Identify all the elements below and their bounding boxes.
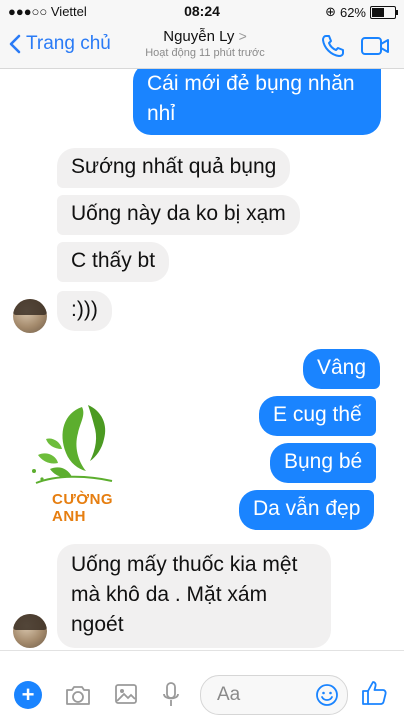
contact-avatar[interactable] — [13, 614, 47, 648]
message-input-placeholder: Aa — [217, 684, 241, 705]
message-bubble-outgoing[interactable]: Da vẫn đẹp — [239, 490, 375, 530]
contact-avatar[interactable] — [13, 299, 47, 333]
message-text: Uống mấy thuốc kia mệt — [71, 553, 298, 576]
image-icon[interactable] — [114, 682, 138, 706]
battery-indicator: ⊕ 62% — [325, 4, 398, 20]
battery-percent: 62% — [339, 4, 366, 20]
message-text: ngoét — [71, 613, 124, 636]
message-text: Uống này da ko bị xạm — [71, 202, 286, 225]
alarm-icon: ⊕ — [325, 4, 336, 19]
message-text: Da vẫn đẹp — [253, 497, 361, 520]
message-text: C thấy bt — [71, 249, 156, 272]
message-text: Bụng bé — [284, 450, 363, 473]
battery-icon — [370, 5, 398, 19]
like-thumb-icon[interactable] — [360, 679, 388, 707]
message-bubble-outgoing[interactable]: Bụng bé — [270, 443, 377, 483]
watermark-logo: CƯỜNG ANH — [16, 399, 148, 525]
back-label: Trang chủ — [26, 33, 111, 54]
activity-status: Hoạt động 11 phút trước — [145, 47, 265, 59]
message-text: Cái mới đẻ bụng nhăn — [147, 72, 355, 95]
message-text: Sướng nhất quả bụng — [71, 155, 277, 178]
message-bubble-outgoing[interactable]: Cái mới đẻ bụng nhăn nhỉ — [133, 69, 381, 135]
status-bar: ●●●○○ Viettel 08:24 ⊕ 62% — [0, 0, 404, 24]
plus-icon[interactable]: + — [14, 681, 42, 709]
chevron-left-icon — [9, 34, 21, 54]
message-bubble-incoming[interactable]: :))) — [57, 291, 112, 331]
message-bubble-incoming[interactable]: Uống này da ko bị xạm — [57, 195, 300, 235]
message-bubble-incoming[interactable]: Uống mấy thuốc kia mệt mà khô da . Mặt x… — [57, 544, 331, 648]
camera-icon[interactable] — [64, 683, 92, 707]
message-text: nhỉ — [147, 102, 176, 125]
message-bubble-outgoing[interactable]: Vâng — [303, 349, 381, 389]
message-list[interactable]: Cái mới đẻ bụng nhăn nhỉ Sướng nhất quả … — [0, 69, 404, 650]
message-text: mà khô da . Mặt xám — [71, 583, 268, 606]
contact-title[interactable]: Nguyễn Ly > Hoạt động 11 phút trước — [120, 28, 290, 59]
microphone-icon[interactable] — [162, 681, 180, 709]
video-call-icon[interactable] — [360, 35, 390, 57]
message-text: Vâng — [317, 356, 367, 379]
watermark-text: CƯỜNG ANH — [52, 491, 114, 525]
back-button[interactable]: Trang chủ — [8, 33, 111, 55]
contact-name-row: Nguyễn Ly > — [120, 28, 290, 45]
phone-icon[interactable] — [320, 33, 346, 59]
composer-bar: + Aa — [0, 650, 404, 721]
emoji-icon[interactable] — [315, 683, 339, 707]
message-text: :))) — [71, 298, 98, 321]
contact-name: Nguyễn Ly — [163, 28, 235, 45]
message-bubble-incoming[interactable]: C thấy bt — [57, 242, 170, 282]
message-text: E cug thế — [273, 403, 362, 426]
chat-header: Trang chủ Nguyễn Ly > Hoạt động 11 phút … — [0, 24, 404, 69]
message-input[interactable]: Aa — [200, 675, 348, 715]
chevron-right-icon: > — [238, 28, 247, 44]
message-bubble-incoming[interactable]: Sướng nhất quả bụng — [57, 148, 291, 188]
leaf-face-logo-icon — [32, 405, 113, 484]
message-bubble-outgoing[interactable]: E cug thế — [259, 396, 376, 436]
